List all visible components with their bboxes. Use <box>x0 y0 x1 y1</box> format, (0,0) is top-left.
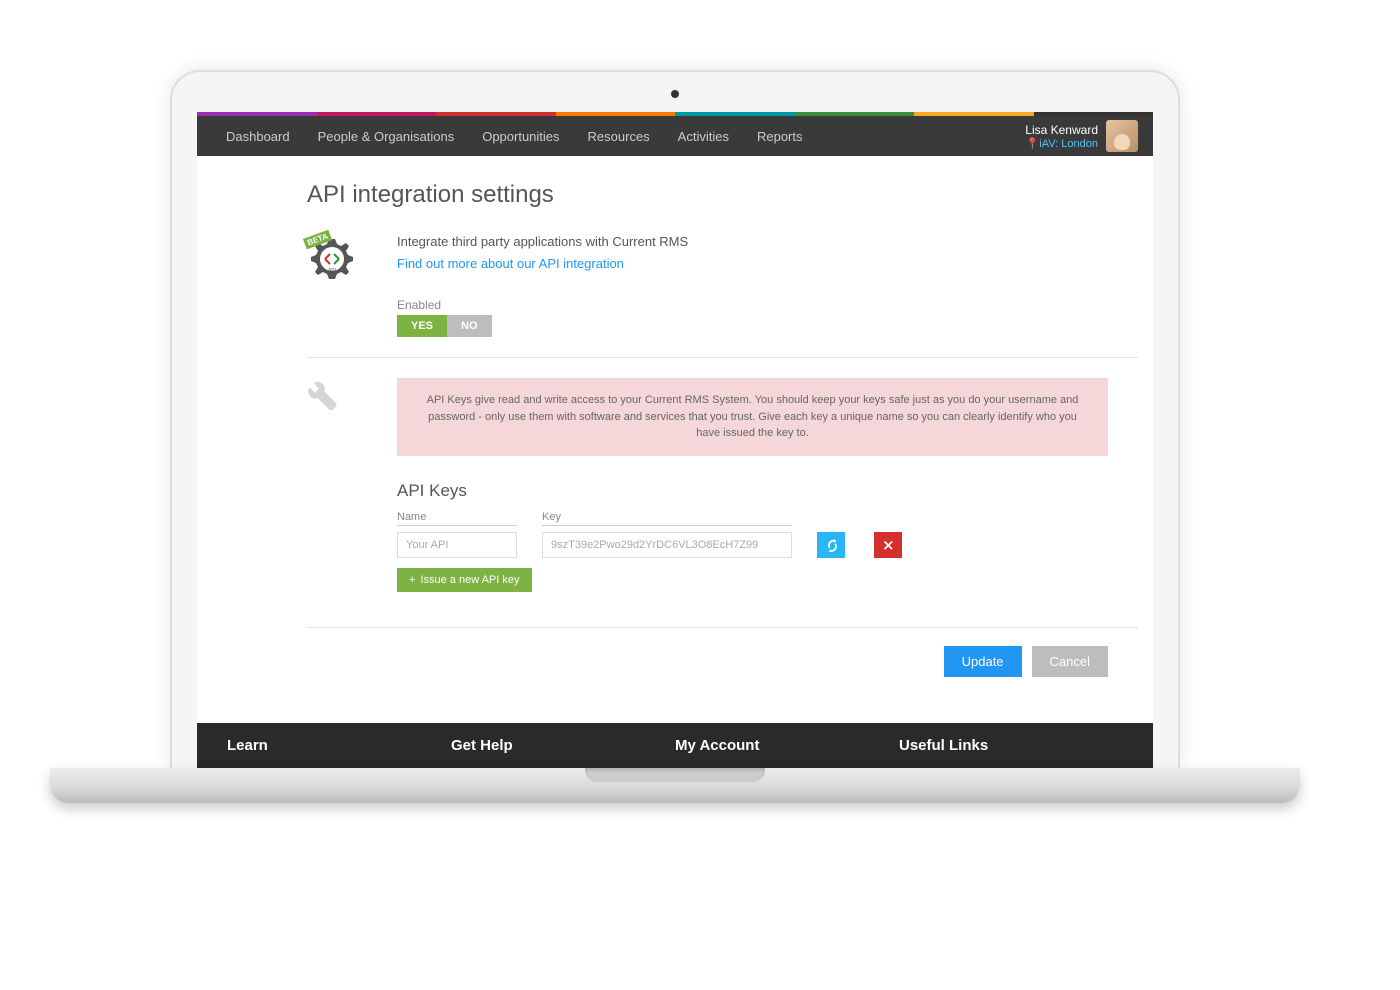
footer-my-account[interactable]: My Account <box>675 737 899 754</box>
footer-learn[interactable]: Learn <box>227 737 451 754</box>
screen: Dashboard People & Organisations Opportu… <box>197 112 1153 768</box>
plus-icon: + <box>409 574 415 586</box>
nav-dashboard[interactable]: Dashboard <box>212 118 304 155</box>
footer-get-help[interactable]: Get Help <box>451 737 675 754</box>
section-divider <box>307 357 1138 358</box>
nav-people-organisations[interactable]: People & Organisations <box>304 118 469 155</box>
refresh-key-button[interactable] <box>817 532 845 558</box>
wrench-icon <box>307 378 339 410</box>
content-area: API integration settings BETA API Integr… <box>197 156 1153 723</box>
toggle-yes[interactable]: YES <box>397 315 447 337</box>
user-location: 📍iAV: London <box>1025 137 1098 150</box>
intro-section: BETA API Integrate third party applicati… <box>307 234 1138 337</box>
issue-new-key-button[interactable]: + Issue a new API key <box>397 568 532 592</box>
api-info-link[interactable]: Find out more about our API integration <box>397 256 624 271</box>
api-key-value-input[interactable] <box>542 532 792 558</box>
update-button[interactable]: Update <box>944 646 1022 677</box>
delete-key-button[interactable] <box>874 532 902 558</box>
laptop-base <box>50 768 1300 803</box>
footer-bar: Learn Get Help My Account Useful Links <box>197 723 1153 768</box>
user-name: Lisa Kenward <box>1025 123 1098 137</box>
laptop-notch <box>585 768 765 782</box>
close-icon <box>881 538 895 552</box>
footer-useful-links[interactable]: Useful Links <box>899 737 1123 754</box>
action-buttons: Update Cancel <box>307 627 1138 677</box>
camera-dot <box>671 90 679 98</box>
page-title: API integration settings <box>307 181 1138 209</box>
key-column-label: Key <box>542 511 792 526</box>
avatar[interactable] <box>1106 120 1138 152</box>
location-pin-icon: 📍 <box>1026 138 1040 150</box>
api-icon-area: BETA API <box>307 234 367 289</box>
cancel-button[interactable]: Cancel <box>1032 646 1108 677</box>
nav-opportunities[interactable]: Opportunities <box>468 118 573 155</box>
api-key-name-input[interactable] <box>397 532 517 558</box>
refresh-icon <box>824 538 838 552</box>
enabled-toggle[interactable]: YES NO <box>397 315 492 337</box>
wrench-icon-area <box>307 378 367 415</box>
nav-activities[interactable]: Activities <box>664 118 743 155</box>
keys-section: API Keys give read and write access to y… <box>307 378 1138 592</box>
name-column-label: Name <box>397 511 517 526</box>
svg-text:API: API <box>328 268 336 274</box>
top-navigation: Dashboard People & Organisations Opportu… <box>197 116 1153 156</box>
enabled-label: Enabled <box>397 298 1138 312</box>
nav-resources[interactable]: Resources <box>574 118 664 155</box>
toggle-no[interactable]: NO <box>447 315 492 337</box>
user-area[interactable]: Lisa Kenward 📍iAV: London <box>1025 120 1138 152</box>
warning-message: API Keys give read and write access to y… <box>397 378 1108 456</box>
api-keys-heading: API Keys <box>397 481 1108 501</box>
intro-description: Integrate third party applications with … <box>397 234 1138 249</box>
nav-reports[interactable]: Reports <box>743 118 817 155</box>
laptop-frame: Dashboard People & Organisations Opportu… <box>170 70 1180 770</box>
